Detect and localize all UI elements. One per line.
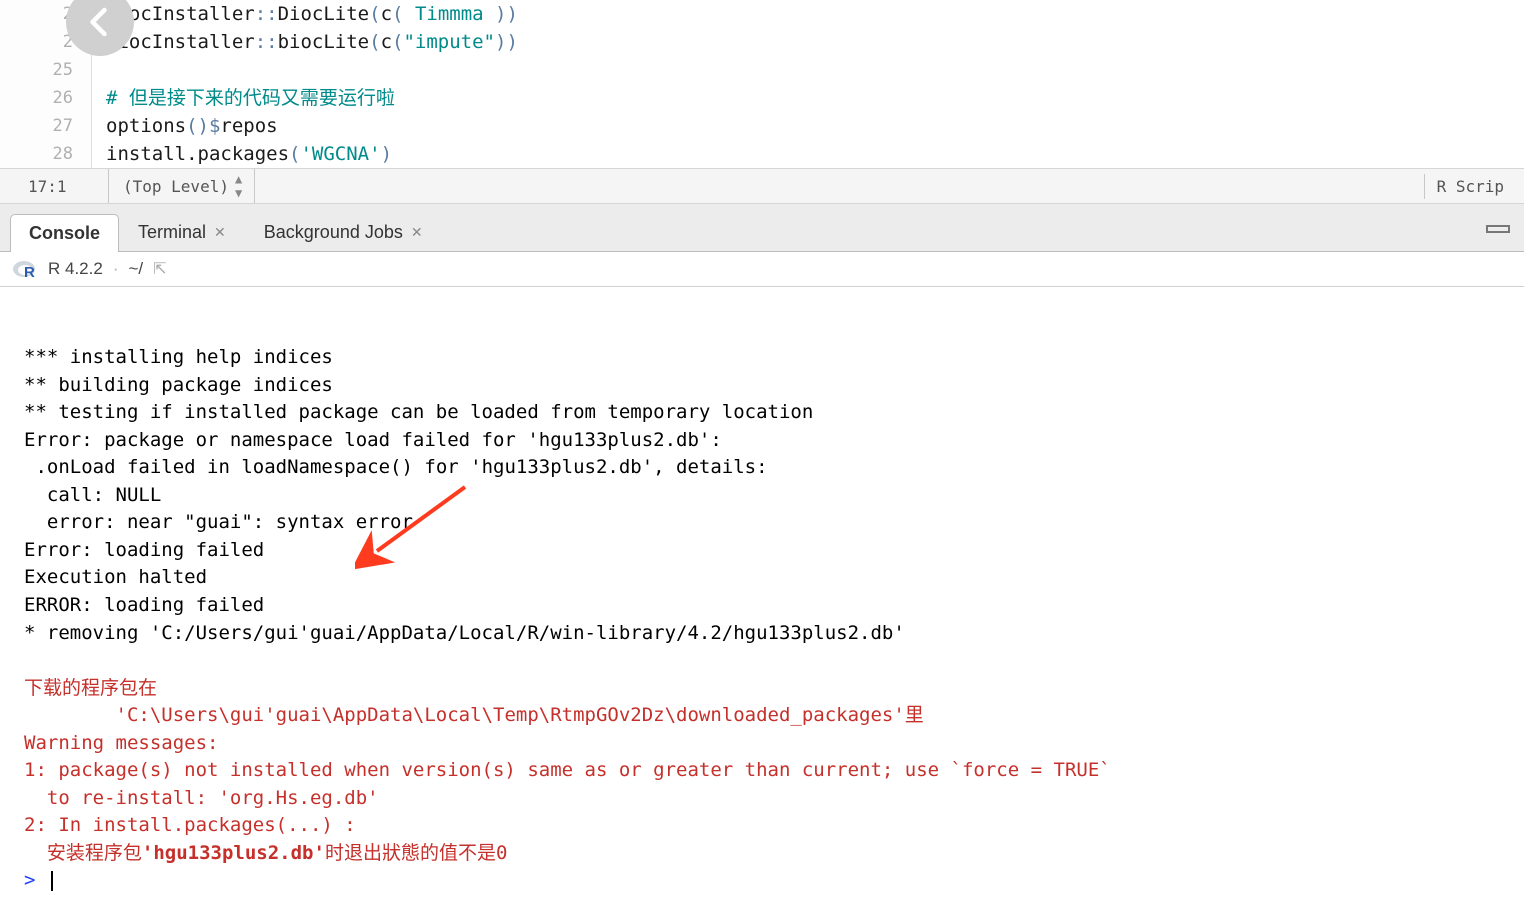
console-line: Execution halted: [24, 564, 1516, 592]
tab-label: Background Jobs: [264, 222, 403, 243]
code-line[interactable]: install.packages('WGCNA'): [106, 140, 1524, 168]
code-line[interactable]: options()$repos: [106, 112, 1524, 140]
line-number: 2: [0, 28, 73, 56]
editor-status-bar: 17:1 (Top Level) ▲▼ R Scrip: [0, 168, 1524, 204]
cursor: [51, 871, 53, 891]
close-icon[interactable]: ✕: [214, 224, 226, 241]
code-line[interactable]: # 但是接下来的代码又需要运行啦: [106, 84, 1524, 112]
scope-selector[interactable]: (Top Level) ▲▼: [108, 169, 255, 203]
close-icon[interactable]: ✕: [411, 224, 423, 241]
console-tabs: Console Terminal ✕ Background Jobs ✕: [0, 204, 1524, 252]
code-line[interactable]: BiocInstaller::biocLite(c("impute")): [106, 28, 1524, 56]
minimize-pane-icon[interactable]: [1486, 218, 1514, 239]
console-prompt[interactable]: >: [24, 867, 1516, 895]
r-version-label: R 4.2.2: [48, 259, 103, 279]
console-line: 2: In install.packages(...) :: [24, 812, 1516, 840]
console-line: 1: package(s) not installed when version…: [24, 757, 1516, 785]
line-number: 28: [0, 140, 73, 168]
line-number: 2: [0, 0, 73, 28]
scope-chevron-icon: ▲▼: [235, 172, 240, 200]
code-line[interactable]: DiocInstaller::DiocLite(c( Timmma )): [106, 0, 1524, 28]
console-line: .onLoad failed in loadNamespace() for 'h…: [24, 454, 1516, 482]
console-line: [24, 647, 1516, 675]
popout-icon[interactable]: ⇱: [153, 259, 166, 279]
console-line: Error: loading failed: [24, 537, 1516, 565]
working-dir[interactable]: ~/: [128, 259, 143, 279]
pane-controls: [1486, 218, 1514, 239]
svg-text:R: R: [24, 264, 35, 280]
console-line: *** installing help indices: [24, 344, 1516, 372]
tab-label: Terminal: [138, 222, 206, 243]
tab-console[interactable]: Console: [10, 214, 119, 252]
console-line: ** testing if installed package can be l…: [24, 399, 1516, 427]
console-output[interactable]: *** installing help indices** building p…: [0, 287, 1524, 897]
console-line: * removing 'C:/Users/gui'guai/AppData/Lo…: [24, 620, 1516, 648]
tab-terminal[interactable]: Terminal ✕: [119, 213, 245, 251]
line-number: 25: [0, 56, 73, 84]
code-line[interactable]: [106, 56, 1524, 84]
code-content[interactable]: DiocInstaller::DiocLite(c( Timmma ))Bioc…: [92, 0, 1524, 168]
console-line: error: near "guai": syntax error: [24, 509, 1516, 537]
line-number: 27: [0, 112, 73, 140]
scope-label: (Top Level): [123, 177, 229, 196]
r-logo-icon: R: [12, 258, 38, 280]
console-line: 'C:\Users\gui'guai\AppData\Local\Temp\Rt…: [24, 702, 1516, 730]
console-line: Error: package or namespace load failed …: [24, 427, 1516, 455]
language-indicator[interactable]: R Scrip: [1424, 174, 1516, 199]
console-line: 下载的程序包在: [24, 675, 1516, 703]
console-line: ERROR: loading failed: [24, 592, 1516, 620]
console-line: 安装程序包'hgu133plus2.db'时退出狀態的值不是0: [24, 840, 1516, 868]
console-line: to re-install: 'org.Hs.eg.db': [24, 785, 1516, 813]
separator: ·: [113, 259, 119, 279]
tab-background-jobs[interactable]: Background Jobs ✕: [245, 213, 442, 251]
console-header: R R 4.2.2 · ~/ ⇱: [0, 252, 1524, 287]
tab-label: Console: [29, 223, 100, 244]
console-line: call: NULL: [24, 482, 1516, 510]
console-line: ** building package indices: [24, 372, 1516, 400]
line-number: 26: [0, 84, 73, 112]
console-line: Warning messages:: [24, 730, 1516, 758]
code-area[interactable]: 2225262728 DiocInstaller::DiocLite(c( Ti…: [0, 0, 1524, 168]
cursor-position: 17:1: [8, 177, 108, 196]
source-editor-pane: 2225262728 DiocInstaller::DiocLite(c( Ti…: [0, 0, 1524, 204]
